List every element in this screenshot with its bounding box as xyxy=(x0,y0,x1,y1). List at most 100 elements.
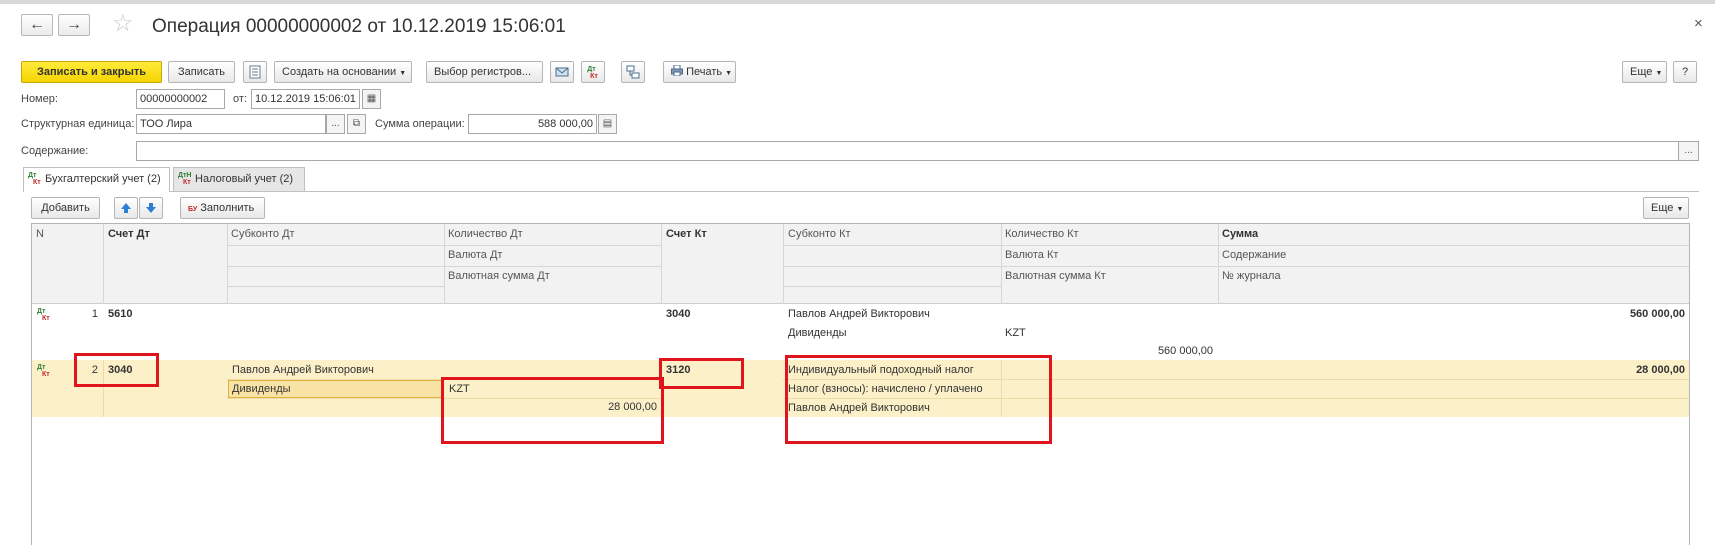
header-subkonto-kt: Субконто Кт xyxy=(788,228,851,240)
col-divider xyxy=(1001,224,1002,304)
window-title: Операция 00000000002 от 10.12.2019 15:06… xyxy=(152,16,566,37)
row-divider xyxy=(783,245,1689,246)
date-label: от: xyxy=(233,93,247,105)
tabs-baseline xyxy=(23,191,1699,192)
content-field[interactable] xyxy=(136,141,1679,161)
date-field[interactable]: 10.12.2019 15:06:01 xyxy=(251,89,360,109)
content-select-button[interactable]: ... xyxy=(1678,141,1699,161)
table-row[interactable]: Дт Кт 1 5610 3040 Павлов Андрей Викторови… xyxy=(32,304,1689,360)
tab-accounting[interactable]: Дт Кт Бухгалтерский учет (2) xyxy=(23,167,170,192)
move-down-button[interactable] xyxy=(139,197,163,219)
unit-select-button[interactable]: ... xyxy=(326,114,345,134)
forward-button[interactable]: → xyxy=(58,14,90,36)
movements-button[interactable] xyxy=(550,61,574,83)
envelope-icon xyxy=(555,67,569,77)
header-qty-kt: Количество Кт xyxy=(1005,228,1079,240)
header-content: Содержание xyxy=(1222,249,1287,261)
row-divider xyxy=(783,266,1689,267)
dt-kt-icon: Дт Кт xyxy=(587,65,598,80)
arrow-down-icon xyxy=(146,203,156,213)
dt-n-kt-icon: ДтН Кт xyxy=(178,172,192,187)
fill-button[interactable]: БУ Заполнить xyxy=(180,197,265,219)
add-row-button[interactable]: Добавить xyxy=(31,197,100,219)
back-button[interactable]: ← xyxy=(21,14,53,36)
dropdown-arrow-icon: ▼ xyxy=(399,70,407,77)
arrow-right-icon: → xyxy=(66,16,82,33)
subkonto-dt-2: Дивиденды xyxy=(232,383,291,395)
highlight-acc-kt xyxy=(659,358,744,389)
header-sum: Сумма xyxy=(1222,228,1259,240)
document-list-button[interactable] xyxy=(243,61,267,83)
header-cur-sum-kt: Валютная сумма Кт xyxy=(1005,270,1106,282)
entries-table[interactable]: N Счет Дт Субконто Дт Количество Дт Валю… xyxy=(31,223,1690,545)
number-field[interactable]: 00000000002 xyxy=(136,89,225,109)
sum-cell: 560 000,00 xyxy=(1629,308,1685,320)
header-qty-dt: Количество Дт xyxy=(448,228,523,240)
content-label: Содержание: xyxy=(21,145,89,157)
dt-kt-icon: Дт Кт xyxy=(28,172,41,187)
close-icon[interactable]: × xyxy=(1694,15,1703,32)
tab-tax[interactable]: ДтН Кт Налоговый учет (2) xyxy=(173,167,305,191)
printer-icon xyxy=(671,64,683,77)
print-button[interactable]: Печать ▼ xyxy=(663,61,736,83)
calculator-icon[interactable]: ▤ xyxy=(598,114,617,134)
sum-label: Сумма операции: xyxy=(375,118,465,130)
dropdown-arrow-icon: ▼ xyxy=(1655,70,1663,77)
fill-icon: БУ xyxy=(188,206,198,213)
dt-kt-button[interactable]: Дт Кт xyxy=(581,61,605,83)
subkonto-kt-1: Павлов Андрей Викторович xyxy=(788,308,930,320)
more-button[interactable]: Еще ▼ xyxy=(1622,61,1667,83)
acc-kt-cell: 3040 xyxy=(666,308,691,320)
currency-kt-cell: KZT xyxy=(1005,327,1026,339)
save-close-button[interactable]: Записать и закрыть xyxy=(21,61,162,83)
open-link-icon[interactable]: ⧉ xyxy=(347,114,366,134)
subkonto-kt-2: Дивиденды xyxy=(788,327,847,339)
header-currency-dt: Валюта Дт xyxy=(448,249,503,261)
col-divider xyxy=(661,224,662,304)
row-divider xyxy=(227,245,661,246)
header-journal: № журнала xyxy=(1222,270,1281,282)
list-icon xyxy=(249,65,261,79)
help-button[interactable]: ? xyxy=(1673,61,1697,83)
header-currency-kt: Валюта Кт xyxy=(1005,249,1059,261)
col-divider xyxy=(1218,224,1219,304)
col-divider xyxy=(783,224,784,304)
header-acc-kt: Счет Кт xyxy=(666,228,707,240)
favorite-star-icon[interactable]: ☆ xyxy=(112,12,134,36)
structure-button[interactable] xyxy=(621,61,645,83)
calendar-icon[interactable]: ▦ xyxy=(362,89,381,109)
unit-field[interactable]: ТОО Лира xyxy=(136,114,326,134)
header-cur-sum-dt: Валютная сумма Дт xyxy=(448,270,550,282)
highlight-subkonto-kt xyxy=(785,355,1052,444)
row-divider xyxy=(783,286,1001,287)
acc-dt-cell: 5610 xyxy=(108,308,133,320)
row-number: 1 xyxy=(91,308,98,320)
header-subkonto-dt: Субконто Дт xyxy=(231,228,295,240)
window-top-border xyxy=(0,0,1715,4)
dt-kt-icon: Дт Кт xyxy=(37,308,50,322)
header-acc-dt: Счет Дт xyxy=(108,228,150,240)
dropdown-arrow-icon: ▼ xyxy=(725,70,733,77)
dropdown-arrow-icon: ▼ xyxy=(1676,206,1684,213)
col-divider xyxy=(103,224,104,304)
col-divider xyxy=(227,224,228,304)
subkonto-dt-1: Павлов Андрей Викторович xyxy=(232,364,374,376)
register-select-button[interactable]: Выбор регистров... xyxy=(426,61,543,83)
header-n: N xyxy=(36,228,44,240)
col-divider xyxy=(444,224,445,304)
row-divider xyxy=(227,266,661,267)
table-more-button[interactable]: Еще ▼ xyxy=(1643,197,1689,219)
create-based-on-button[interactable]: Создать на основании ▼ xyxy=(274,61,412,83)
sum-cell: 28 000,00 xyxy=(1636,364,1685,376)
save-button[interactable]: Записать xyxy=(168,61,235,83)
unit-label: Структурная единица: xyxy=(21,118,135,130)
move-up-button[interactable] xyxy=(114,197,138,219)
highlight-acc-dt xyxy=(74,353,159,387)
hierarchy-icon xyxy=(626,65,640,79)
arrow-up-icon xyxy=(121,203,131,213)
dt-kt-icon: Дт Кт xyxy=(37,364,50,378)
sum-field[interactable]: 588 000,00 xyxy=(468,114,597,134)
highlight-currency-dt xyxy=(441,377,664,444)
arrow-left-icon: ← xyxy=(29,16,45,33)
number-label: Номер: xyxy=(21,93,58,105)
